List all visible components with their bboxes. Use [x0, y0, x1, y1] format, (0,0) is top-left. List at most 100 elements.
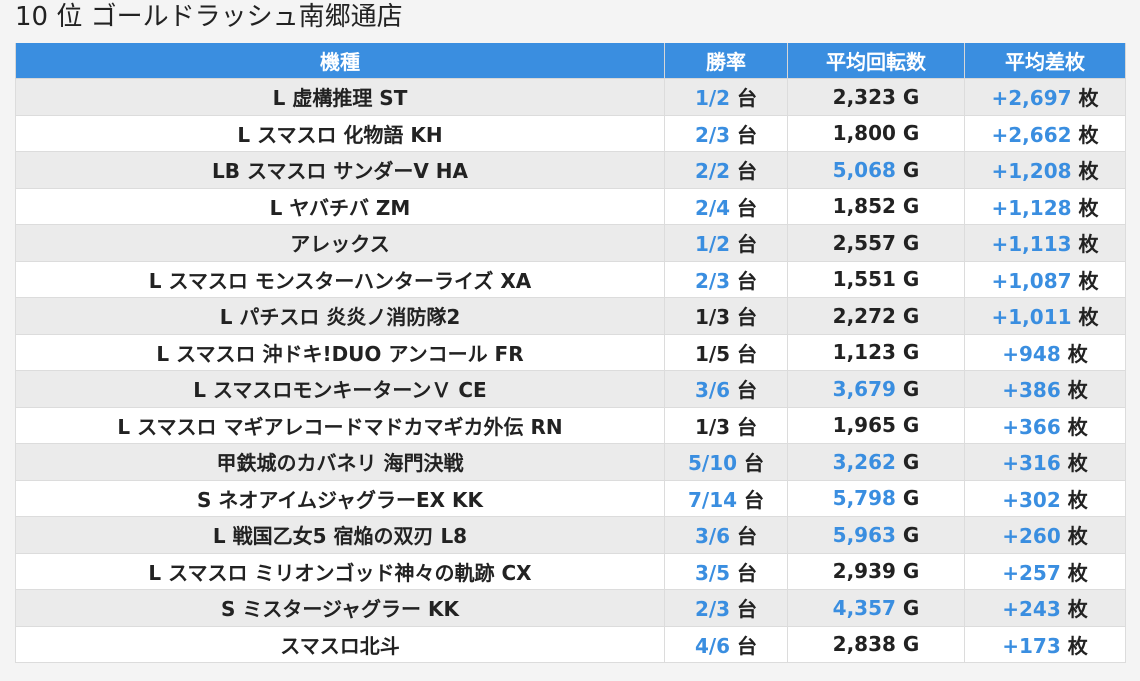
avg-spins-value: 1,551 [832, 267, 896, 292]
avg-diff-unit: 枚 [1067, 451, 1088, 476]
win-rate-unit: 台 [737, 597, 758, 622]
column-header-avg-diff[interactable]: 平均差枚 [964, 43, 1126, 79]
avg-diff-cell: +257 枚 [964, 552, 1126, 590]
avg-diff-cell: +2,697 枚 [964, 78, 1126, 116]
table-body: L 虚構推理 ST 1/2 台 2,323 G +2,697 枚L スマスロ 化物語 … [15, 78, 1126, 663]
avg-spins-value: 2,272 [832, 303, 896, 328]
table-row[interactable]: L スマスロ 化物語 KH 2/3 台 1,800 G +2,662 枚 [15, 114, 1126, 152]
avg-spins-value: 2,939 [832, 559, 896, 584]
machine-name-cell: S ミスタージャグラー KK [15, 589, 665, 627]
avg-spins-unit: G [902, 595, 920, 620]
column-header-avg-spins[interactable]: 平均回転数 [787, 43, 965, 79]
win-rate-unit: 台 [737, 305, 758, 330]
win-rate-cell: 2/4 台 [664, 187, 788, 225]
machine-name-cell: L スマスロ 沖ドキ!DUO アンコール FR [15, 333, 665, 371]
table-row[interactable]: L パチスロ 炎炎ノ消防隊2 1/3 台 2,272 G +1,011 枚 [15, 297, 1126, 335]
column-header-machine[interactable]: 機種 [15, 43, 665, 79]
win-rate-value: 1/2 [694, 86, 731, 111]
avg-diff-cell: +948 枚 [964, 333, 1126, 371]
table-row[interactable]: L ヤバチバ ZM 2/4 台 1,852 G +1,128 枚 [15, 187, 1126, 225]
win-rate-cell: 1/5 台 [664, 333, 788, 371]
avg-diff-value: +948 [1002, 341, 1061, 366]
win-rate-unit: 台 [744, 451, 765, 476]
win-rate-unit: 台 [737, 341, 758, 366]
avg-diff-cell: +1,011 枚 [964, 297, 1126, 335]
win-rate-value: 1/3 [694, 414, 731, 439]
avg-diff-unit: 枚 [1067, 524, 1088, 549]
win-rate-value: 2/3 [694, 597, 731, 622]
table-row[interactable]: S ミスタージャグラー KK 2/3 台 4,357 G +243 枚 [15, 589, 1126, 627]
win-rate-unit: 台 [737, 195, 758, 220]
avg-spins-value: 5,068 [832, 157, 896, 182]
win-rate-value: 2/4 [694, 195, 731, 220]
avg-diff-value: +257 [1002, 560, 1061, 585]
win-rate-cell: 4/6 台 [664, 625, 788, 663]
win-rate-value: 3/6 [694, 524, 731, 549]
avg-spins-value: 1,965 [832, 413, 896, 438]
avg-diff-cell: +260 枚 [964, 516, 1126, 554]
win-rate-unit: 台 [737, 378, 758, 403]
machine-name-cell: L スマスロ マギアレコードマドカマギカ外伝 RN [15, 406, 665, 444]
avg-diff-cell: +386 枚 [964, 370, 1126, 408]
avg-spins-cell: 2,323 G [787, 78, 965, 116]
avg-spins-unit: G [902, 376, 920, 401]
avg-diff-value: +2,697 [991, 86, 1072, 111]
avg-diff-value: +243 [1002, 597, 1061, 622]
table-row[interactable]: アレックス 1/2 台 2,557 G +1,113 枚 [15, 224, 1126, 262]
avg-spins-value: 1,852 [832, 194, 896, 219]
avg-spins-unit: G [902, 121, 920, 146]
avg-diff-value: +173 [1002, 633, 1061, 658]
ranking-table: 機種 勝率 平均回転数 平均差枚 L 虚構推理 ST 1/2 台 2,323 G +2… [15, 43, 1126, 663]
table-row[interactable]: LB スマスロ サンダーV HA 2/2 台 5,068 G +1,208 枚 [15, 151, 1126, 189]
avg-diff-unit: 枚 [1078, 268, 1099, 293]
avg-spins-cell: 3,679 G [787, 370, 965, 408]
win-rate-cell: 2/2 台 [664, 151, 788, 189]
avg-spins-cell: 1,123 G [787, 333, 965, 371]
avg-diff-value: +316 [1002, 451, 1061, 476]
avg-diff-cell: +1,087 枚 [964, 260, 1126, 298]
win-rate-value: 1/2 [694, 232, 731, 257]
avg-diff-cell: +243 枚 [964, 589, 1126, 627]
table-row[interactable]: スマスロ北斗 4/6 台 2,838 G +173 枚 [15, 625, 1126, 663]
avg-diff-value: +1,128 [991, 195, 1072, 220]
avg-diff-value: +1,113 [991, 232, 1072, 257]
table-row[interactable]: L スマスロモンキーターンＶ CE 3/6 台 3,679 G +386 枚 [15, 370, 1126, 408]
avg-spins-value: 2,838 [832, 632, 896, 657]
win-rate-value: 3/6 [694, 378, 731, 403]
table-row[interactable]: L スマスロ ミリオンゴッド神々の軌跡 CX 3/5 台 2,939 G +257 枚 [15, 552, 1126, 590]
page: 10 位 ゴールドラッシュ南郷通店 機種 勝率 平均回転数 平均差枚 L 虚構推… [0, 0, 1140, 681]
avg-diff-cell: +173 枚 [964, 625, 1126, 663]
table-row[interactable]: L 戦国乙女5 宿焔の双刃 L8 3/6 台 5,963 G +260 枚 [15, 516, 1126, 554]
win-rate-cell: 3/5 台 [664, 552, 788, 590]
win-rate-unit: 台 [737, 159, 758, 184]
win-rate-cell: 7/14 台 [664, 479, 788, 517]
avg-diff-unit: 枚 [1078, 122, 1099, 147]
table-row[interactable]: L 虚構推理 ST 1/2 台 2,323 G +2,697 枚 [15, 78, 1126, 116]
table-row[interactable]: S ネオアイムジャグラーEX KK 7/14 台 5,798 G +302 枚 [15, 479, 1126, 517]
win-rate-value: 2/3 [694, 268, 731, 293]
win-rate-unit: 台 [737, 414, 758, 439]
avg-spins-cell: 3,262 G [787, 443, 965, 481]
table-row[interactable]: L スマスロ モンスターハンターライズ XA 2/3 台 1,551 G +1,087… [15, 260, 1126, 298]
avg-spins-unit: G [902, 413, 920, 438]
avg-spins-unit: G [902, 449, 920, 474]
avg-diff-unit: 枚 [1067, 560, 1088, 585]
avg-spins-cell: 2,557 G [787, 224, 965, 262]
column-header-win-rate[interactable]: 勝率 [664, 43, 788, 79]
win-rate-cell: 5/10 台 [664, 443, 788, 481]
avg-diff-value: +1,011 [991, 305, 1072, 330]
machine-name-cell: アレックス [15, 224, 665, 262]
avg-diff-cell: +366 枚 [964, 406, 1126, 444]
win-rate-unit: 台 [744, 487, 765, 512]
win-rate-value: 4/6 [694, 633, 731, 658]
win-rate-unit: 台 [737, 122, 758, 147]
avg-diff-unit: 枚 [1078, 232, 1099, 257]
avg-spins-unit: G [902, 340, 920, 365]
win-rate-unit: 台 [737, 560, 758, 585]
table-row[interactable]: L スマスロ 沖ドキ!DUO アンコール FR 1/5 台 1,123 G +948 … [15, 333, 1126, 371]
table-row[interactable]: L スマスロ マギアレコードマドカマギカ外伝 RN 1/3 台 1,965 G +36… [15, 406, 1126, 444]
machine-name-cell: L スマスロモンキーターンＶ CE [15, 370, 665, 408]
machine-name-cell: S ネオアイムジャグラーEX KK [15, 479, 665, 517]
avg-diff-cell: +316 枚 [964, 443, 1126, 481]
table-row[interactable]: 甲鉄城のカバネリ 海門決戦 5/10 台 3,262 G +316 枚 [15, 443, 1126, 481]
